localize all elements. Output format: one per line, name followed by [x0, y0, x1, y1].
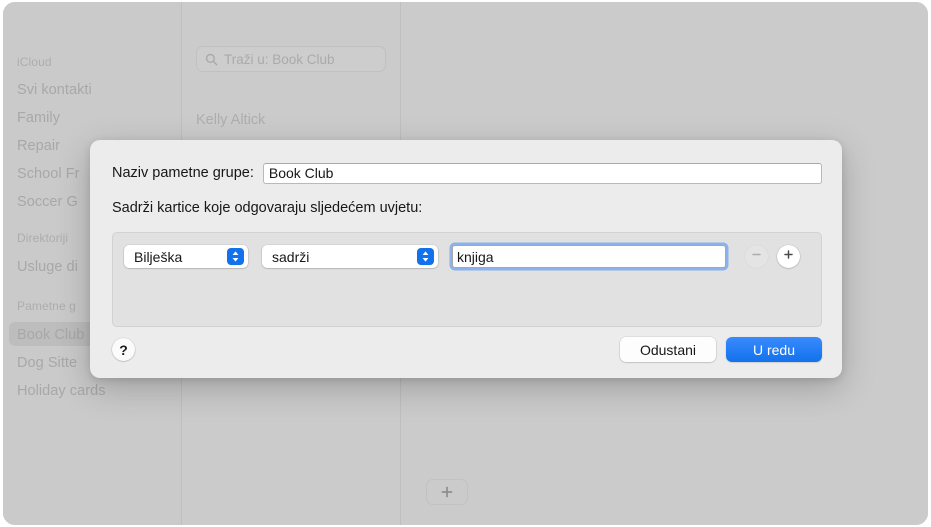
- condition-field-label: Bilješka: [134, 248, 183, 265]
- condition-operator-popup[interactable]: sadrži: [262, 245, 438, 268]
- sidebar-item-soccer-group[interactable]: Soccer G: [17, 194, 78, 210]
- smart-group-name-label: Naziv pametne grupe:: [112, 165, 254, 181]
- condition-row: Bilješka sadrži: [124, 245, 800, 268]
- cancel-button[interactable]: Odustani: [620, 337, 716, 362]
- search-placeholder-text: Traži u: Book Club: [224, 51, 335, 67]
- smart-group-name-row: Naziv pametne grupe:: [112, 162, 822, 184]
- remove-condition-button[interactable]: [745, 245, 768, 268]
- smart-group-sheet: Naziv pametne grupe: Sadrži kartice koje…: [90, 140, 842, 378]
- condition-value-input[interactable]: [452, 245, 726, 268]
- sidebar-item-book-club[interactable]: Book Club: [17, 327, 84, 343]
- sidebar-section-pametne-grupe: Pametne g: [17, 299, 76, 313]
- minus-icon: [750, 248, 763, 266]
- sidebar-section-direktoriji: Direktoriji: [17, 231, 69, 245]
- add-contact-button[interactable]: [426, 479, 468, 505]
- plus-icon: [782, 248, 795, 266]
- sidebar-item-family[interactable]: Family: [17, 110, 60, 126]
- condition-list-box: Bilješka sadrži: [112, 232, 822, 327]
- search-icon: [205, 53, 218, 66]
- chevron-updown-icon: [417, 248, 434, 265]
- sidebar-section-icloud: iCloud: [17, 55, 52, 69]
- sidebar-item-svi-kontakti[interactable]: Svi kontakti: [17, 82, 92, 98]
- contact-list-item-kelly-altick[interactable]: Kelly Altick: [196, 112, 265, 128]
- sidebar-item-usluge-direktorija[interactable]: Usluge di: [17, 259, 78, 275]
- chevron-updown-icon: [227, 248, 244, 265]
- condition-field-popup[interactable]: Bilješka: [124, 245, 248, 268]
- help-button[interactable]: ?: [112, 338, 135, 361]
- smart-group-name-input[interactable]: [262, 162, 822, 184]
- condition-operator-label: sadrži: [272, 248, 310, 265]
- sidebar-item-school-friends[interactable]: School Fr: [17, 166, 80, 182]
- add-condition-button[interactable]: [777, 245, 800, 268]
- sidebar-item-holiday-cards[interactable]: Holiday cards: [17, 383, 106, 399]
- sidebar-item-dog-sitters[interactable]: Dog Sitte: [17, 355, 77, 371]
- search-field[interactable]: Traži u: Book Club: [196, 46, 386, 72]
- ok-button[interactable]: U redu: [726, 337, 822, 362]
- condition-description-label: Sadrži kartice koje odgovaraju sljedećem…: [112, 200, 423, 216]
- sidebar-item-repair[interactable]: Repair: [17, 138, 60, 154]
- screen: iCloud Svi kontakti Family Repair School…: [0, 0, 931, 527]
- plus-icon: [440, 485, 454, 499]
